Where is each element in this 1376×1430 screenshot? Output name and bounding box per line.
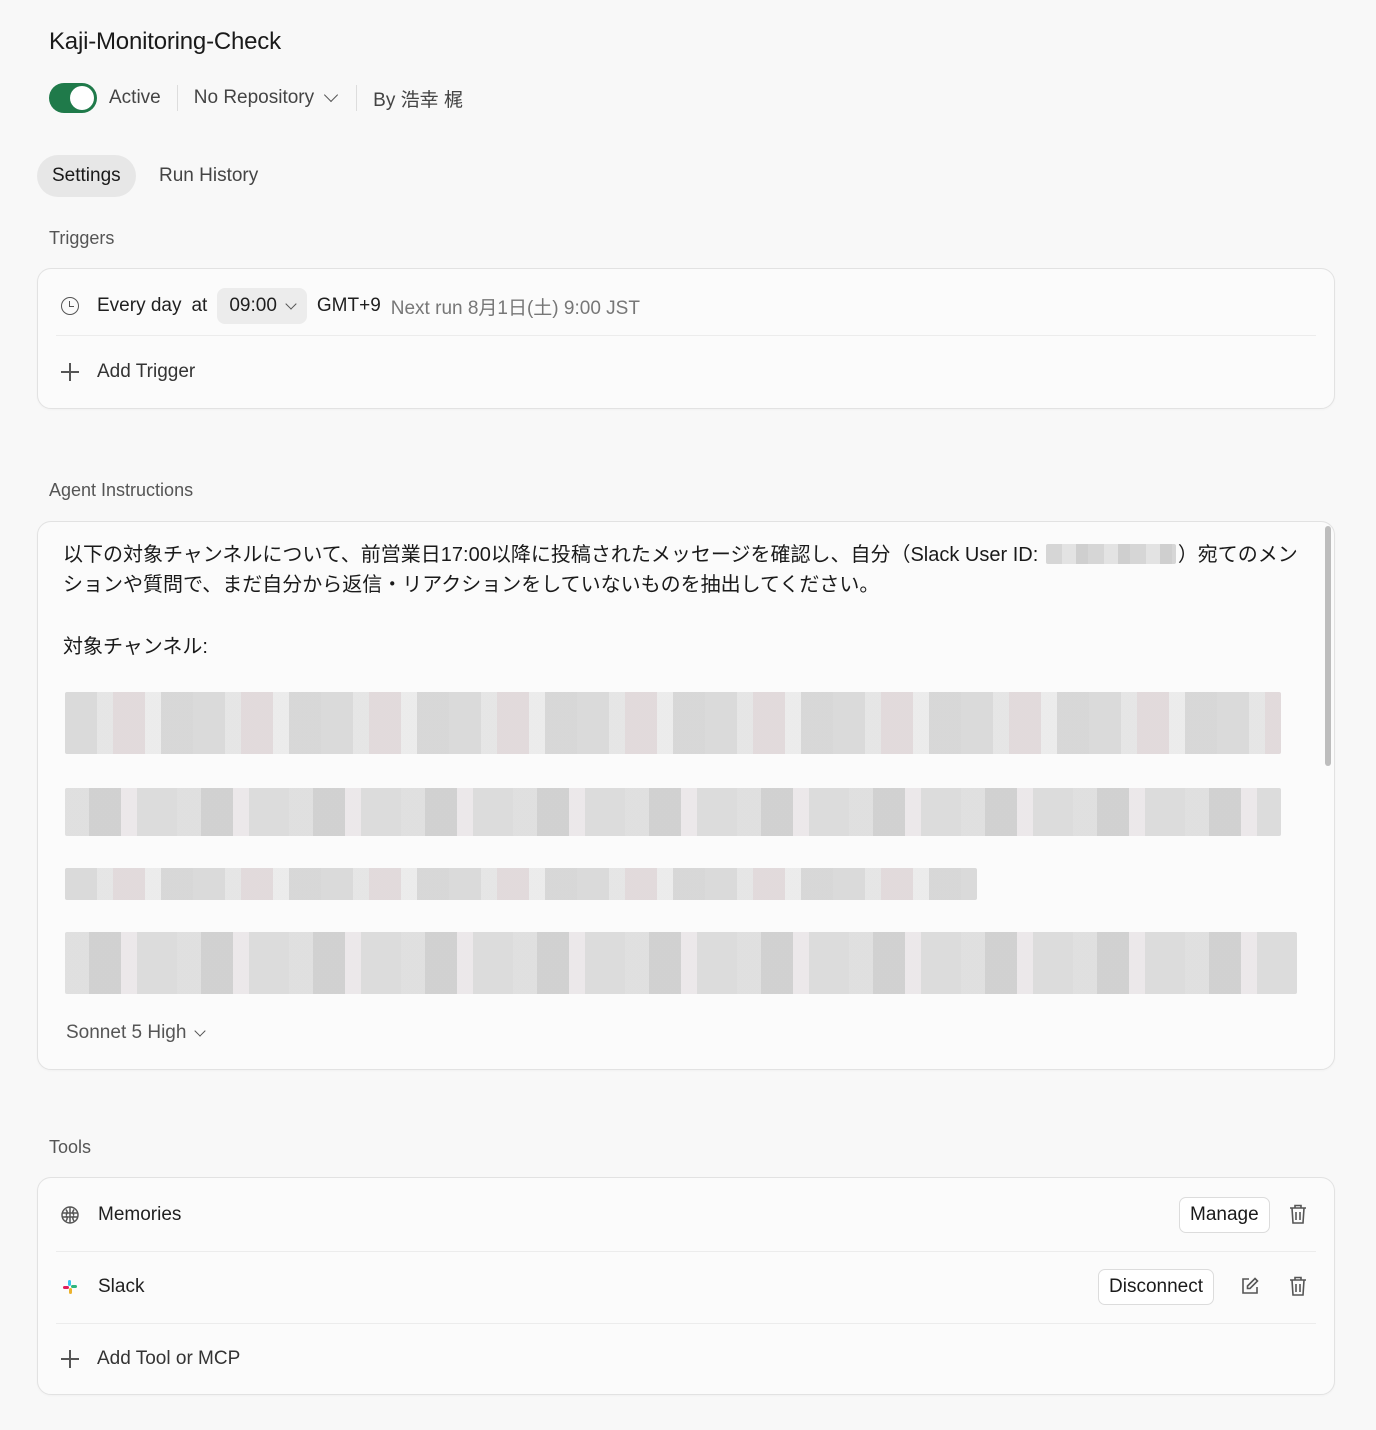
next-run-label: Next run 8月1日(土) 9:00 JST [390,297,640,319]
model-label: Sonnet 5 High [66,1022,187,1043]
edit-icon [1242,1277,1259,1294]
chevron-down-icon [194,1025,207,1037]
trash-icon [1290,1276,1306,1296]
redacted-content [65,932,1297,994]
repository-label: No Repository [193,87,315,108]
redacted-content [65,692,1281,754]
chevron-down-icon [285,298,297,310]
scrollbar[interactable] [1325,526,1331,766]
redacted-user-id [1045,544,1176,564]
tab-run-history[interactable]: Run History [144,155,273,197]
divider [56,335,1316,336]
triggers-card: Every day at 09:00 GMT+9 Next run 8月1日(土… [37,268,1335,409]
status-label: Active [109,87,161,108]
divider [356,85,358,111]
trash-icon [1290,1204,1306,1224]
instructions-editor[interactable]: 以下の対象チャンネルについて、前営業日17:00以降に投稿されたメッセージを確認… [37,521,1335,1070]
tools-section-label: Tools [49,1137,92,1157]
time-value: 09:00 [229,295,277,316]
tool-name-slack: Slack [98,1276,145,1297]
redacted-content [65,868,977,900]
triggers-section-label: Triggers [49,228,115,248]
tab-settings[interactable]: Settings [37,155,136,197]
chevron-down-icon [324,87,339,103]
page-title: Kaji-Monitoring-Check [49,28,281,55]
add-tool-button[interactable]: Add Tool or MCP [38,1338,1334,1380]
edit-slack-button[interactable] [1238,1274,1262,1298]
tools-card: Memories Manage Slack Disconnect Add Too… [37,1177,1335,1395]
clock-icon [61,297,79,315]
add-trigger-button[interactable]: Add Trigger [38,351,1334,393]
manage-button[interactable]: Manage [1179,1197,1270,1233]
toggle-knob [70,86,94,110]
plus-icon [61,363,79,381]
instructions-text-part1: 以下の対象チャンネルについて、前営業日17:00以降に投稿されたメッセージを確認… [63,544,1044,566]
author-label: By 浩幸 梶 [373,89,463,111]
delete-slack-button[interactable] [1286,1274,1310,1298]
brain-icon [60,1205,80,1225]
meta-row: Active No Repository By 浩幸 梶 [49,82,463,114]
instructions-section-label: Agent Instructions [49,480,194,500]
divider [56,1251,1316,1252]
model-select[interactable]: Sonnet 5 High [66,1022,207,1044]
active-toggle[interactable] [49,83,97,113]
trigger-row: Every day at 09:00 GMT+9 Next run 8月1日(土… [38,285,1334,327]
tool-row-memories: Memories [38,1194,1334,1236]
tool-name-memories: Memories [98,1204,182,1225]
slack-icon [60,1277,80,1297]
timezone-label: GMT+9 [316,295,381,316]
divider [176,85,178,111]
instructions-text[interactable]: 以下の対象チャンネルについて、前営業日17:00以降に投稿されたメッセージを確認… [63,540,1303,600]
plus-icon [61,1350,79,1368]
trigger-frequency: Every day [97,295,182,316]
disconnect-button[interactable]: Disconnect [1098,1269,1214,1305]
delete-memories-button[interactable] [1286,1202,1310,1226]
add-tool-label: Add Tool or MCP [97,1348,241,1369]
time-select[interactable]: 09:00 [217,288,307,324]
channels-label: 対象チャンネル: [63,636,208,658]
redacted-content [65,788,1281,836]
trigger-at-label: at [191,295,208,316]
divider [56,1323,1316,1324]
repository-dropdown[interactable]: No Repository [193,87,339,109]
add-trigger-label: Add Trigger [97,361,196,382]
